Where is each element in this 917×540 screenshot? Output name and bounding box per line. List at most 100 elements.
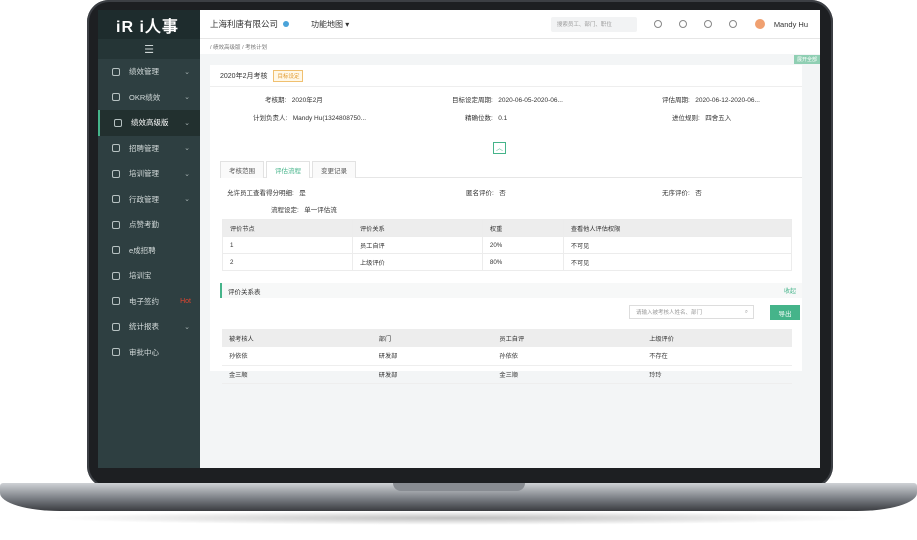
period-label: 考核期:: [265, 97, 287, 104]
menu-item-icon: [112, 67, 120, 76]
function-map-label: 功能地图: [311, 19, 344, 29]
expand-all-button[interactable]: 展开全部: [793, 55, 820, 64]
sidebar-item[interactable]: 培训管理 ⌄: [98, 161, 200, 187]
unordered-label: 无序评价:: [662, 190, 690, 197]
table-cell: 2: [222, 253, 353, 271]
table-row: 金三顺 研发部 金三顺 玲玲: [222, 365, 792, 384]
unordered-field: 无序评价: 否: [662, 187, 702, 197]
menu-item-icon: [112, 169, 120, 178]
rounding-field: 进位规则: 四舍五入: [672, 112, 731, 122]
sidebar-item[interactable]: e成招聘: [98, 238, 200, 264]
table-cell: 研发部: [371, 365, 493, 384]
table-header: 被考核人: [222, 329, 372, 347]
sidebar-item-label: 绩效管理: [129, 67, 159, 77]
tab-flow[interactable]: 评估流程: [266, 161, 310, 178]
calendar-icon[interactable]: [653, 20, 662, 28]
table-cell: 员工自评: [351, 236, 483, 254]
phone-icon[interactable]: [703, 20, 712, 28]
allow-view-label: 允许员工查看得分明细:: [227, 190, 294, 197]
table-header: 上级评价: [642, 329, 792, 347]
sidebar-item[interactable]: 绩效管理 ⌄: [98, 59, 200, 85]
menu-item-icon: [112, 322, 120, 331]
sidebar-item-label: 培训宝: [129, 271, 152, 281]
tab-changes[interactable]: 变更记录: [312, 161, 356, 178]
precision-label: 精确位数:: [465, 115, 493, 122]
tab-bar: 考核范围 评估流程 变更记录: [220, 161, 802, 178]
table-cell: 80%: [481, 253, 564, 271]
table-cell: 孙依依: [492, 347, 643, 366]
eval-period-label: 评估周期:: [662, 97, 690, 104]
main-content: / 绩效高级版 / 考核计划 展开全部 2020年2月考核 目标设定 考核期: …: [200, 39, 820, 468]
sidebar-item[interactable]: 点赞考勤: [98, 212, 200, 238]
user-name[interactable]: Mandy Hu: [774, 20, 808, 29]
flow-table: 评价节点 评价关系 权重 查看他人评估权限 1 员工自评 20% 不可见 2 上…: [222, 219, 793, 271]
sidebar-menu: 绩效管理 ⌄ OKR绩效 ⌄ 绩效高级版 ⌄ 招聘管理 ⌄ 培训管理 ⌄ 行政管理 ⌄ 点赞考勤 e成招聘…: [98, 59, 200, 365]
period-value: 2020年2月: [291, 97, 323, 104]
sidebar-item-label: 培训管理: [129, 169, 159, 179]
sidebar-item[interactable]: 绩效高级版 ⌄: [98, 110, 200, 136]
table-cell: 不可见: [562, 253, 793, 271]
relations-search-placeholder: 请输入被考核人姓名、部门: [636, 310, 703, 316]
sidebar-item-label: 绩效高级版: [131, 118, 169, 128]
eval-period-field: 评估周期: 2020-06-12-2020-06...: [662, 94, 760, 104]
laptop-shadow: [40, 511, 877, 525]
export-button[interactable]: 导出: [770, 305, 800, 320]
chevron-down-icon: ⌄: [184, 119, 190, 127]
sidebar-item[interactable]: 培训宝: [98, 263, 200, 289]
sidebar-item[interactable]: 招聘管理 ⌄: [98, 136, 200, 162]
relations-search-input[interactable]: 请输入被考核人姓名、部门 ⌕: [629, 305, 754, 319]
sidebar-item[interactable]: 统计报表 ⌄: [98, 314, 200, 340]
breadcrumb: / 绩效高级版 / 考核计划: [200, 39, 820, 54]
function-map-dropdown[interactable]: 功能地图 ▾: [311, 19, 349, 30]
table-cell: 孙依依: [222, 347, 372, 366]
company-switch-icon[interactable]: [283, 21, 290, 27]
anon-value: 否: [499, 190, 506, 197]
allow-view-value: 是: [299, 190, 306, 197]
precision-field: 精确位数: 0.1: [465, 112, 507, 122]
sidebar-item[interactable]: 电子签约 Hot: [98, 289, 200, 315]
menu-toggle-icon[interactable]: ☰: [98, 39, 200, 59]
table-cell: 不存在: [642, 347, 792, 366]
sidebar-item-label: OKR绩效: [129, 92, 161, 102]
goal-period-field: 目标设定周期: 2020-06-05-2020-06...: [452, 94, 563, 104]
collapse-link[interactable]: 收起: [784, 286, 796, 295]
table-cell: 玲玲: [642, 365, 792, 384]
chevron-down-icon: ⌄: [184, 94, 190, 102]
bell-icon[interactable]: [728, 20, 737, 28]
screen: iR i人事 ☰ 绩效管理 ⌄ OKR绩效 ⌄ 绩效高级版 ⌄ 招聘管理 ⌄ 培训管理 ⌄ 行政管理…: [98, 10, 820, 468]
table-cell: 研发部: [371, 347, 493, 366]
avatar[interactable]: [754, 19, 765, 29]
rounding-label: 进位规则:: [672, 115, 700, 122]
relations-section-header: 评价关系表 收起: [220, 283, 802, 298]
table-row: 2 上级评价 80% 不可见: [222, 253, 793, 271]
flow-set-label: 流程设定:: [271, 207, 299, 214]
chevron-up-icon[interactable]: ︿: [493, 142, 506, 154]
sidebar-item-label: e成招聘: [129, 245, 156, 255]
owner-field: 计划负责人: Mandy Hu(1324808750...: [253, 112, 366, 122]
table-header-row: 评价节点 评价关系 权重 查看他人评估权限: [222, 219, 793, 237]
menu-item-icon: [112, 271, 120, 280]
chevron-down-icon: ⌄: [184, 145, 190, 153]
menu-item-icon: [112, 348, 120, 357]
sidebar-item[interactable]: OKR绩效 ⌄: [98, 85, 200, 111]
sidebar: iR i人事 ☰ 绩效管理 ⌄ OKR绩效 ⌄ 绩效高级版 ⌄ 招聘管理 ⌄ 培训管理 ⌄ 行政管理…: [98, 10, 200, 468]
goal-period-value: 2020-06-05-2020-06...: [498, 97, 563, 104]
sidebar-item[interactable]: 行政管理 ⌄: [98, 187, 200, 213]
relations-title: 评价关系表: [228, 288, 261, 296]
unordered-value: 否: [695, 190, 702, 197]
sidebar-item[interactable]: 审批中心: [98, 340, 200, 366]
table-cell: 上级评价: [351, 253, 483, 271]
laptop-notch: [393, 483, 525, 491]
table-cell: 金三顺: [492, 365, 643, 384]
goal-period-label: 目标设定周期:: [452, 97, 493, 104]
sidebar-item-label: 审批中心: [129, 347, 159, 357]
table-header: 评价节点: [222, 219, 353, 237]
sidebar-item-label: 统计报表: [129, 322, 159, 332]
global-search-input[interactable]: 搜索员工、部门、职位: [550, 16, 637, 32]
tab-scope[interactable]: 考核范围: [220, 161, 264, 178]
app-logo[interactable]: iR i人事: [98, 10, 200, 39]
help-icon[interactable]: [678, 20, 687, 28]
table-header: 权重: [481, 219, 564, 237]
relations-table: 被考核人 部门 员工自评 上级评价 孙依依 研发部 孙依依 不存在 金三顺 研发…: [222, 329, 792, 384]
company-name[interactable]: 上海利唐有限公司: [210, 18, 278, 30]
